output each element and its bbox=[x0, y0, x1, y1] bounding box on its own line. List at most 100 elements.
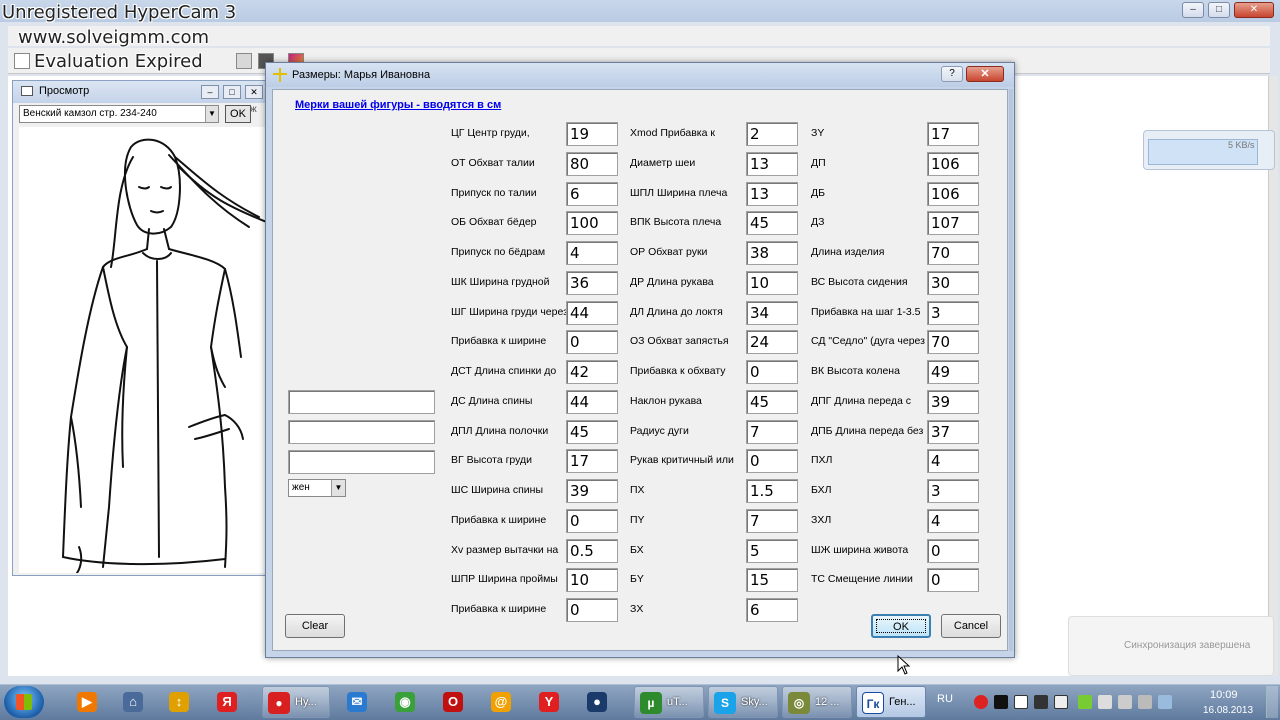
measure-input[interactable]: 106 bbox=[927, 151, 979, 176]
measure-input[interactable]: 10 bbox=[566, 568, 618, 593]
maximize-button[interactable]: □ bbox=[1208, 2, 1230, 18]
new-document-icon[interactable] bbox=[14, 53, 30, 69]
network-tray-icon[interactable] bbox=[1098, 695, 1112, 709]
dialog-close-button[interactable]: ✕ bbox=[966, 66, 1004, 82]
measure-input[interactable]: 5 bbox=[746, 538, 798, 563]
measure-input[interactable]: 3 bbox=[927, 479, 979, 503]
preview-close-button[interactable]: ✕ bbox=[245, 85, 263, 99]
measure-input[interactable]: 37 bbox=[927, 419, 979, 444]
battery-icon[interactable] bbox=[1078, 695, 1092, 709]
network-icon[interactable]: ⌂ bbox=[112, 688, 154, 716]
measure-input[interactable]: 13 bbox=[746, 181, 798, 206]
measure-input[interactable]: 80 bbox=[566, 151, 618, 176]
measure-input[interactable]: 4 bbox=[927, 449, 979, 474]
measure-input[interactable]: 17 bbox=[566, 449, 618, 474]
measure-input[interactable]: 7 bbox=[746, 419, 798, 444]
help-button[interactable]: ? bbox=[941, 66, 963, 82]
measure-input[interactable]: 38 bbox=[746, 241, 798, 265]
flag-icon[interactable] bbox=[1118, 695, 1132, 709]
stop-icon[interactable] bbox=[994, 695, 1008, 709]
show-desktop-button[interactable] bbox=[1266, 686, 1278, 718]
extra-field-3[interactable] bbox=[288, 450, 435, 474]
measure-input[interactable]: 19 bbox=[566, 122, 618, 146]
record-icon[interactable] bbox=[974, 695, 988, 709]
measure-input[interactable]: 49 bbox=[927, 360, 979, 384]
measure-input[interactable]: 0 bbox=[566, 508, 618, 533]
measure-input[interactable]: 13 bbox=[746, 151, 798, 176]
cancel-button[interactable]: Cancel bbox=[941, 614, 1001, 638]
clock-time[interactable]: 10:09 bbox=[1210, 689, 1238, 701]
yandex-browser-icon[interactable]: Y bbox=[528, 688, 570, 716]
measure-input[interactable]: 0.5 bbox=[566, 538, 618, 563]
taskbar-item[interactable]: Гк Ген... bbox=[856, 686, 926, 718]
measure-input[interactable]: 30 bbox=[927, 270, 979, 295]
measure-input[interactable]: 10 bbox=[746, 270, 798, 295]
measure-input[interactable]: 0 bbox=[746, 360, 798, 384]
measure-input[interactable]: 6 bbox=[746, 598, 798, 622]
preview-ok-button[interactable]: OK bbox=[225, 105, 251, 123]
measure-input[interactable]: 45 bbox=[746, 211, 798, 236]
measure-input[interactable]: 34 bbox=[746, 300, 798, 325]
measure-input[interactable]: 100 bbox=[566, 211, 618, 236]
measure-input[interactable]: 107 bbox=[927, 211, 979, 236]
measure-input[interactable]: 24 bbox=[746, 330, 798, 355]
camera-icon[interactable] bbox=[1034, 695, 1048, 709]
chrome-icon[interactable]: ◉ bbox=[384, 688, 426, 716]
measure-input[interactable]: 42 bbox=[566, 360, 618, 384]
taskbar-item[interactable]: ● Hy... bbox=[262, 686, 330, 718]
media-player-icon[interactable]: ▶ bbox=[66, 688, 108, 716]
measurements-heading-link[interactable]: Мерки вашей фигуры - вводятся в см bbox=[295, 99, 501, 111]
start-button[interactable] bbox=[4, 686, 44, 718]
globe-icon[interactable]: ● bbox=[576, 688, 618, 716]
measure-input[interactable]: 70 bbox=[927, 241, 979, 265]
measure-input[interactable]: 39 bbox=[927, 389, 979, 414]
measure-input[interactable]: 0 bbox=[927, 568, 979, 593]
network-meter-widget[interactable] bbox=[1143, 130, 1275, 170]
measure-input[interactable]: 0 bbox=[927, 538, 979, 563]
taskbar-item[interactable]: µ uT... bbox=[634, 686, 704, 718]
measure-input[interactable]: 0 bbox=[566, 598, 618, 622]
preview-minimize-button[interactable]: – bbox=[201, 85, 219, 99]
ok-button[interactable]: OK bbox=[871, 614, 931, 638]
minimize-button[interactable]: – bbox=[1182, 2, 1204, 18]
mail-icon[interactable]: ✉ bbox=[336, 688, 378, 716]
taskbar-item[interactable]: ◎ 12 ... bbox=[782, 686, 852, 718]
measure-input[interactable]: 106 bbox=[927, 181, 979, 206]
measure-input[interactable]: 36 bbox=[566, 270, 618, 295]
measure-input[interactable]: 6 bbox=[566, 181, 618, 206]
yandex-icon[interactable]: Я bbox=[206, 688, 248, 716]
measure-input[interactable]: 44 bbox=[566, 300, 618, 325]
measure-input[interactable]: 44 bbox=[566, 389, 618, 414]
measure-input[interactable]: 0 bbox=[566, 330, 618, 355]
pattern-select[interactable]: Венский камзол стр. 234-240 bbox=[19, 105, 219, 123]
at-mail-icon[interactable]: @ bbox=[480, 688, 522, 716]
clock-date[interactable]: 16.08.2013 bbox=[1203, 705, 1253, 716]
tools-icon[interactable] bbox=[1158, 695, 1172, 709]
measure-input[interactable]: 17 bbox=[927, 122, 979, 146]
update-icon[interactable]: ↕ bbox=[158, 688, 200, 716]
taskbar-item[interactable]: S Sky... bbox=[708, 686, 778, 718]
extra-field-1[interactable] bbox=[288, 390, 435, 414]
measure-input[interactable]: 7 bbox=[746, 508, 798, 533]
measure-input[interactable]: 1.5 bbox=[746, 479, 798, 503]
measure-input[interactable]: 0 bbox=[746, 449, 798, 474]
language-indicator[interactable]: RU bbox=[937, 693, 953, 705]
measure-input[interactable]: 45 bbox=[746, 389, 798, 414]
chevron-down-icon[interactable]: ▼ bbox=[331, 480, 345, 496]
clear-button[interactable]: Clear bbox=[285, 614, 345, 638]
preview-maximize-button[interactable]: □ bbox=[223, 85, 241, 99]
measure-input[interactable]: 15 bbox=[746, 568, 798, 593]
measure-input[interactable]: 39 bbox=[566, 479, 618, 503]
opera-icon[interactable]: O bbox=[432, 688, 474, 716]
close-button[interactable]: ✕ bbox=[1234, 2, 1274, 18]
measure-input[interactable]: 70 bbox=[927, 330, 979, 355]
measure-input[interactable]: 4 bbox=[927, 508, 979, 533]
measure-input[interactable]: 3 bbox=[927, 300, 979, 325]
measure-input[interactable]: 45 bbox=[566, 419, 618, 444]
toolbar-button-1[interactable] bbox=[236, 53, 252, 69]
settings-icon[interactable] bbox=[1054, 695, 1068, 709]
volume-icon[interactable] bbox=[1138, 695, 1152, 709]
window-capture-icon[interactable] bbox=[1014, 695, 1028, 709]
measure-input[interactable]: 4 bbox=[566, 241, 618, 265]
measure-input[interactable]: 2 bbox=[746, 122, 798, 146]
